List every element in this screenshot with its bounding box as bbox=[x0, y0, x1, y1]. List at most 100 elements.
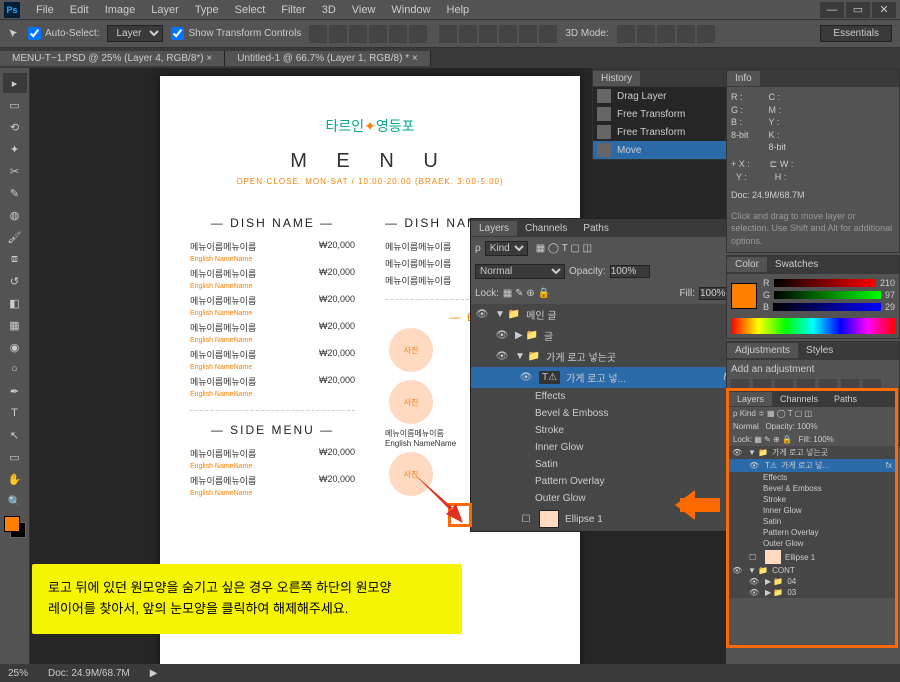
move-tool[interactable]: ▸ bbox=[3, 73, 27, 93]
type-tool[interactable]: T bbox=[3, 403, 27, 423]
minimize-button[interactable]: — bbox=[820, 2, 844, 18]
hand-tool[interactable]: ✋ bbox=[3, 469, 27, 489]
menu-select[interactable]: Select bbox=[227, 4, 274, 16]
show-transform-checkbox[interactable]: Show Transform Controls bbox=[171, 27, 301, 40]
layer-group[interactable]: 👁▶ 📁04 bbox=[729, 576, 895, 587]
crop-tool[interactable]: ✂ bbox=[3, 161, 27, 181]
dodge-tool[interactable]: ○ bbox=[3, 359, 27, 379]
effect-item[interactable]: Stroke bbox=[729, 494, 895, 505]
menu-file[interactable]: File bbox=[28, 4, 62, 16]
effects-label[interactable]: Effects bbox=[729, 472, 895, 483]
tab-color[interactable]: Color bbox=[727, 257, 767, 272]
history-item[interactable]: Drag Layer bbox=[593, 87, 726, 105]
menu-3d[interactable]: 3D bbox=[314, 4, 344, 16]
visibility-toggle[interactable]: ☐ bbox=[749, 553, 761, 562]
menu-type[interactable]: Type bbox=[187, 4, 227, 16]
effect-item[interactable]: Pattern Overlay bbox=[471, 473, 726, 490]
effect-item[interactable]: Outer Glow bbox=[729, 538, 895, 549]
tab-document-2[interactable]: Untitled-1 @ 66.7% (Layer 1, RGB/8) * × bbox=[225, 51, 431, 66]
path-tool[interactable]: ↖ bbox=[3, 425, 27, 445]
tab-channels[interactable]: Channels bbox=[772, 392, 826, 406]
auto-select-checkbox[interactable]: Auto-Select: bbox=[28, 27, 99, 40]
align-icons[interactable] bbox=[309, 25, 557, 43]
close-button[interactable]: ✕ bbox=[872, 2, 896, 18]
tab-adjustments[interactable]: Adjustments bbox=[727, 343, 798, 358]
effect-item[interactable]: Bevel & Emboss bbox=[729, 483, 895, 494]
visibility-icon[interactable]: 👁 bbox=[495, 350, 509, 364]
tab-channels[interactable]: Channels bbox=[517, 221, 575, 236]
pen-tool[interactable]: ✒ bbox=[3, 381, 27, 401]
effect-item[interactable]: Pattern Overlay bbox=[729, 527, 895, 538]
auto-select-dropdown[interactable]: Layer bbox=[107, 25, 163, 42]
layer-group[interactable]: 👁▼ 📁메인 글 bbox=[471, 304, 726, 325]
foreground-color[interactable] bbox=[4, 516, 20, 532]
tab-layers[interactable]: Layers bbox=[471, 221, 517, 236]
layer-group[interactable]: 👁▶ 📁글 bbox=[471, 325, 726, 346]
photo-circle: 사진 bbox=[389, 328, 433, 372]
tab-paths[interactable]: Paths bbox=[575, 221, 617, 236]
effect-item[interactable]: Bevel & Emboss bbox=[471, 405, 726, 422]
r-slider[interactable] bbox=[774, 279, 876, 287]
lasso-tool[interactable]: ⟲ bbox=[3, 117, 27, 137]
history-brush-tool[interactable]: ↺ bbox=[3, 271, 27, 291]
layer-group[interactable]: 👁▼ 📁가게 로고 넣는곳 bbox=[729, 446, 895, 459]
tab-document-1[interactable]: MENU-T~1.PSD @ 25% (Layer 4, RGB/8*) × bbox=[0, 51, 225, 66]
filter-kind[interactable]: Kind bbox=[485, 241, 528, 256]
text-layer[interactable]: 👁T⚠가게 로고 넣...fx bbox=[729, 459, 895, 472]
3d-icons[interactable] bbox=[617, 25, 715, 43]
visibility-icon[interactable]: 👁 bbox=[495, 329, 509, 343]
effect-item[interactable]: Inner Glow bbox=[729, 505, 895, 516]
text-layer[interactable]: 👁T⚠가게 로고 넣...fx ▾ bbox=[471, 367, 726, 388]
menu-filter[interactable]: Filter bbox=[273, 4, 313, 16]
color-preview[interactable] bbox=[731, 283, 757, 309]
effect-item[interactable]: Satin bbox=[471, 456, 726, 473]
eyedropper-tool[interactable]: ✎ bbox=[3, 183, 27, 203]
effect-item[interactable]: Satin bbox=[729, 516, 895, 527]
effect-item[interactable]: Inner Glow bbox=[471, 439, 726, 456]
menu-image[interactable]: Image bbox=[97, 4, 144, 16]
visibility-icon[interactable]: 👁 bbox=[519, 371, 533, 385]
visibility-icon[interactable]: 👁 bbox=[475, 308, 489, 322]
visibility-toggle[interactable]: ☐ bbox=[519, 512, 533, 526]
effect-item[interactable]: Stroke bbox=[471, 422, 726, 439]
blend-mode[interactable]: Normal bbox=[475, 264, 565, 279]
tab-layers[interactable]: Layers bbox=[729, 392, 772, 406]
menu-view[interactable]: View bbox=[344, 4, 384, 16]
tab-styles[interactable]: Styles bbox=[798, 343, 841, 358]
marquee-tool[interactable]: ▭ bbox=[3, 95, 27, 115]
maximize-button[interactable]: ▭ bbox=[846, 2, 870, 18]
gradient-tool[interactable]: ▦ bbox=[3, 315, 27, 335]
menu-help[interactable]: Help bbox=[439, 4, 478, 16]
color-swatch[interactable] bbox=[4, 516, 26, 538]
stamp-tool[interactable]: ⧈ bbox=[3, 249, 27, 269]
layer-group[interactable]: 👁▼ 📁CONT bbox=[729, 565, 895, 576]
opacity-input[interactable] bbox=[610, 265, 650, 278]
tab-paths[interactable]: Paths bbox=[826, 392, 865, 406]
g-slider[interactable] bbox=[774, 291, 881, 299]
layer-group[interactable]: 👁▶ 📁03 bbox=[729, 587, 895, 598]
zoom-tool[interactable]: 🔍 bbox=[3, 491, 27, 511]
ellipse-layer[interactable]: ☐Ellipse 1 bbox=[729, 549, 895, 565]
wand-tool[interactable]: ✦ bbox=[3, 139, 27, 159]
zoom-level[interactable]: 25% bbox=[8, 668, 28, 679]
fill-input[interactable] bbox=[699, 287, 726, 300]
menu-layer[interactable]: Layer bbox=[143, 4, 187, 16]
tab-history[interactable]: History bbox=[593, 71, 640, 86]
spectrum[interactable] bbox=[731, 318, 895, 334]
eraser-tool[interactable]: ◧ bbox=[3, 293, 27, 313]
heal-tool[interactable]: ◍ bbox=[3, 205, 27, 225]
history-item[interactable]: Free Transform bbox=[593, 123, 726, 141]
b-slider[interactable] bbox=[773, 303, 881, 311]
menu-window[interactable]: Window bbox=[383, 4, 438, 16]
menu-edit[interactable]: Edit bbox=[62, 4, 97, 16]
tab-swatches[interactable]: Swatches bbox=[767, 257, 826, 272]
blur-tool[interactable]: ◉ bbox=[3, 337, 27, 357]
workspace-selector[interactable]: Essentials bbox=[820, 25, 892, 42]
layer-group[interactable]: 👁▼ 📁가게 로고 넣는곳 bbox=[471, 346, 726, 367]
history-item[interactable]: Move bbox=[593, 141, 726, 159]
brush-tool[interactable]: 🖌 bbox=[3, 227, 27, 247]
shape-tool[interactable]: ▭ bbox=[3, 447, 27, 467]
tab-info[interactable]: Info bbox=[727, 71, 760, 86]
effects-label[interactable]: Effects bbox=[471, 388, 726, 405]
history-item[interactable]: Free Transform bbox=[593, 105, 726, 123]
